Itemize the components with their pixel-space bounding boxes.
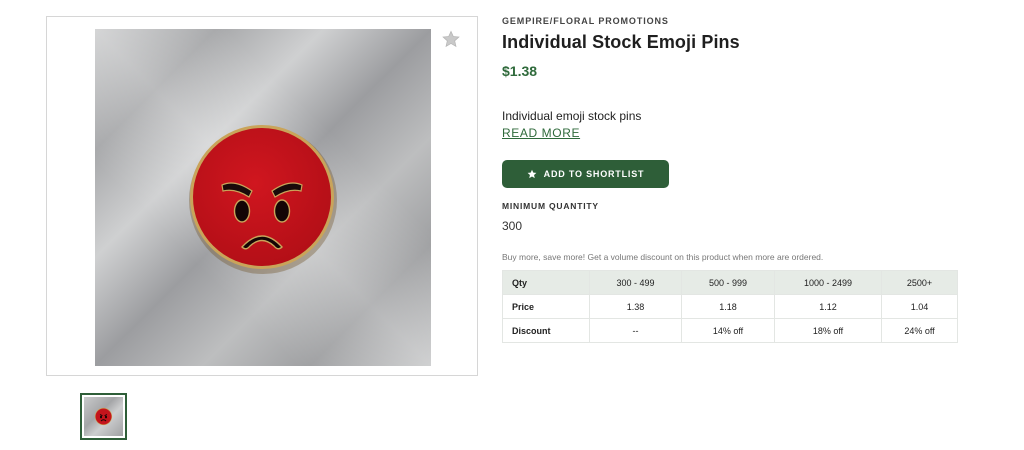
minimum-quantity-value: 300: [502, 219, 523, 233]
add-to-shortlist-button[interactable]: ADD TO SHORTLIST: [502, 160, 669, 188]
pricing-table: Qty 300 - 499 500 - 999 1000 - 2499 2500…: [502, 270, 958, 343]
angry-emoji-pin: [189, 125, 337, 274]
thumbnail-selected[interactable]: [80, 393, 127, 440]
table-cell: 1.04: [881, 294, 958, 319]
minimum-quantity-label: MINIMUM QUANTITY: [502, 201, 599, 211]
brand-name: GEMPIRE/FLORAL PROMOTIONS: [502, 16, 669, 26]
table-cell: 24% off: [881, 318, 958, 343]
pricing-table-price-row: Price 1.38 1.18 1.12 1.04: [502, 294, 958, 319]
table-cell: --: [589, 318, 682, 343]
table-header-cell: 300 - 499: [589, 270, 682, 295]
table-header-cell: 500 - 999: [681, 270, 775, 295]
table-cell: 1.18: [681, 294, 775, 319]
product-price: $1.38: [502, 63, 538, 79]
pricing-table-header-row: Qty 300 - 499 500 - 999 1000 - 2499 2500…: [502, 270, 958, 295]
table-header-cell: 2500+: [881, 270, 958, 295]
table-header-cell: 1000 - 2499: [774, 270, 882, 295]
favorite-star-icon[interactable]: [441, 29, 461, 49]
star-icon: [527, 169, 537, 179]
pricing-table-discount-row: Discount -- 14% off 18% off 24% off: [502, 318, 958, 343]
product-description: Individual emoji stock pins: [502, 109, 642, 123]
angry-emoji-pin-thumbnail: [94, 407, 113, 426]
read-more-link[interactable]: READ MORE: [502, 126, 580, 140]
table-cell: 18% off: [774, 318, 882, 343]
table-cell: Discount: [502, 318, 590, 343]
table-cell: 1.38: [589, 294, 682, 319]
product-gallery: [46, 16, 478, 376]
product-title: Individual Stock Emoji Pins: [502, 32, 740, 52]
main-product-image[interactable]: [95, 29, 431, 366]
add-to-shortlist-label: ADD TO SHORTLIST: [543, 169, 645, 179]
table-header-cell: Qty: [502, 270, 590, 295]
table-cell: 14% off: [681, 318, 775, 343]
thumbnail-image: [84, 397, 123, 436]
table-cell: Price: [502, 294, 590, 319]
volume-discount-note: Buy more, save more! Get a volume discou…: [502, 252, 824, 262]
table-cell: 1.12: [774, 294, 882, 319]
